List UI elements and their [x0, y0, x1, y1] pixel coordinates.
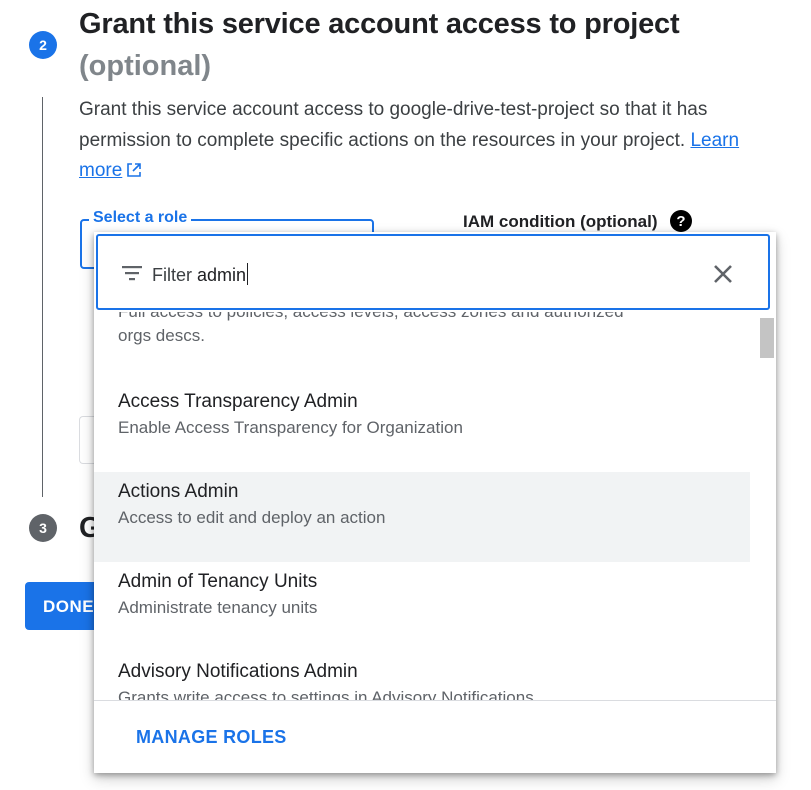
role-select-label: Select a role: [89, 209, 192, 227]
list-item[interactable]: Admin of Tenancy Units Administrate tena…: [94, 562, 750, 652]
iam-condition-label: IAM condition (optional): [463, 212, 658, 231]
step-number-badge: 3: [29, 514, 57, 542]
list-item[interactable]: Access Transparency Admin Enable Access …: [94, 371, 750, 461]
role-description: Access to edit and deploy an action: [118, 508, 386, 527]
step-connector-line: [42, 97, 43, 497]
role-list: Full access to policies, access levels, …: [94, 312, 762, 700]
filter-icon: [122, 266, 142, 281]
filter-value: admin: [197, 265, 247, 285]
role-description: Administrate tenancy units: [118, 598, 318, 617]
scrollbar-thumb[interactable]: [760, 318, 774, 358]
role-dropdown: Filter admin Full access to policies, ac…: [94, 232, 776, 773]
role-description: Enable Access Transparency for Organizat…: [118, 418, 463, 437]
role-title: Admin of Tenancy Units: [118, 571, 318, 592]
text-caret: [247, 263, 249, 285]
role-title: Advisory Notifications Admin: [118, 661, 358, 682]
close-icon[interactable]: [711, 262, 735, 286]
step-title: Grant this service account access to pro…: [79, 8, 680, 40]
filter-text: Filter admin: [152, 263, 249, 286]
help-icon[interactable]: ?: [670, 210, 692, 232]
step-number-badge: 2: [29, 31, 57, 59]
step-description: Grant this service account access to goo…: [79, 95, 779, 187]
role-title: Actions Admin: [118, 481, 239, 502]
role-title: Access Transparency Admin: [118, 391, 358, 412]
role-description: Full access to policies, access levels, …: [118, 312, 750, 324]
filter-label: Filter: [152, 265, 192, 285]
external-link-icon: [127, 163, 142, 177]
step-optional-label: (optional): [79, 50, 212, 82]
role-description: orgs descs.: [118, 326, 205, 345]
scrollbar[interactable]: [760, 312, 774, 700]
dropdown-footer: MANAGE ROLES: [94, 700, 776, 773]
list-item[interactable]: Actions Admin Access to edit and deploy …: [94, 472, 750, 562]
role-description: Grants write access to settings in Advis…: [118, 688, 534, 700]
manage-roles-button[interactable]: MANAGE ROLES: [136, 727, 287, 748]
list-item[interactable]: Advisory Notifications Admin Grants writ…: [94, 652, 750, 700]
description-text: Grant this service account access to goo…: [79, 99, 708, 151]
filter-input[interactable]: Filter admin: [96, 234, 770, 310]
